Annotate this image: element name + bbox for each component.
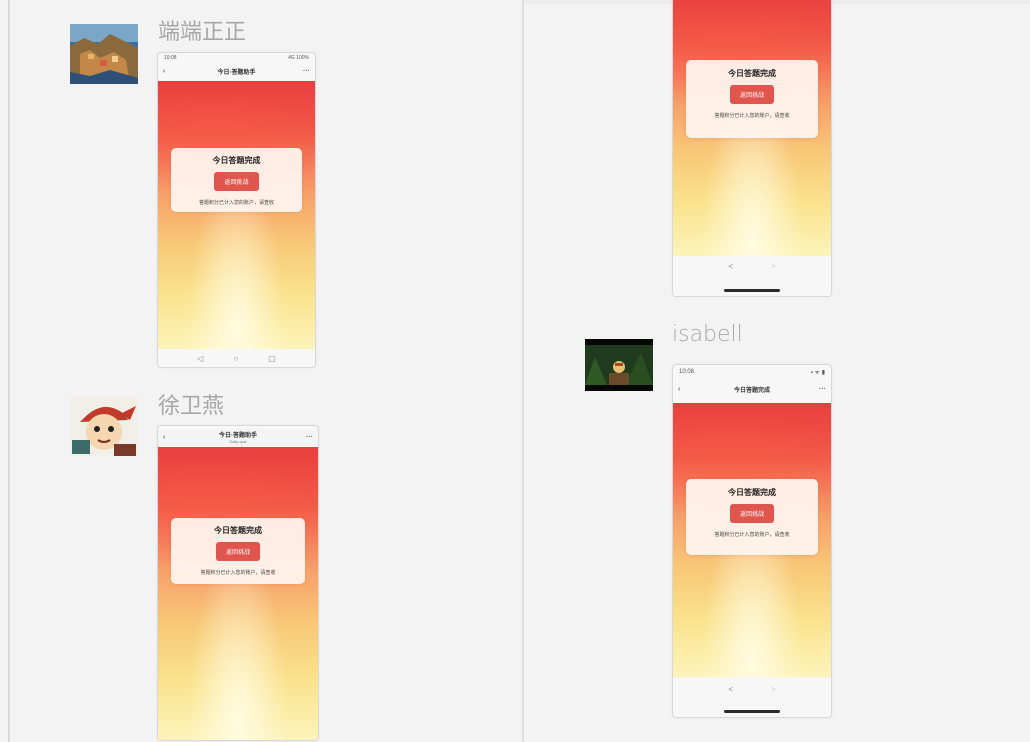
chevron-right-icon[interactable]: > — [771, 685, 776, 694]
chevron-left-icon[interactable]: < — [728, 262, 733, 271]
shared-screenshot[interactable]: 今日答题完成 返回挑战 答题积分已计入您的账户，请查收 < > — [672, 0, 832, 297]
recent-square-icon[interactable]: ▢ — [268, 354, 276, 363]
nav-bar: ‹ 今日·答题助手 Daily quiz ··· — [158, 429, 318, 445]
avatar[interactable] — [70, 24, 138, 84]
back-icon[interactable]: ‹ — [163, 434, 165, 441]
card-title: 今日答题完成 — [728, 488, 776, 497]
return-button[interactable]: 返回挑战 — [215, 542, 260, 561]
avatar[interactable] — [70, 396, 138, 456]
hero-background — [158, 81, 315, 349]
avatar[interactable] — [585, 339, 653, 391]
nav-bar: ‹ 今日答题完成 ··· — [673, 381, 831, 397]
column-divider — [522, 0, 524, 742]
more-icon[interactable]: ··· — [819, 386, 826, 393]
back-triangle-icon[interactable]: ◁ — [197, 354, 203, 363]
result-card: 今日答题完成 返回挑战 答题积分已计入您的账户，请查收 — [171, 148, 302, 212]
result-card: 今日答题完成 返回挑战 答题积分已计入您的账户，请查收 — [686, 479, 818, 555]
card-description: 答题积分已计入您的账户，请查收 — [714, 113, 790, 119]
home-circle-icon[interactable]: ○ — [233, 354, 238, 363]
username: 端端正正 — [158, 20, 247, 45]
home-indicator — [724, 710, 780, 713]
android-nav-bar: ◁ ○ ▢ — [158, 349, 315, 367]
card-title: 今日答题完成 — [212, 156, 261, 165]
card-description: 答题积分已计入您的账户，请查收 — [714, 532, 790, 538]
card-description: 答题积分已计入您的账户，请查收 — [200, 570, 276, 576]
card-title: 今日答题完成 — [214, 526, 262, 535]
cartoon-character-icon — [70, 396, 138, 456]
return-button[interactable]: 返回挑战 — [729, 85, 774, 104]
chevron-left-icon[interactable]: < — [728, 685, 733, 694]
nav-subtitle: Daily quiz — [229, 439, 247, 444]
return-button[interactable]: 返回挑战 — [729, 504, 774, 523]
nav-title: 今日·答题助手 — [219, 432, 257, 439]
username: isabell — [672, 322, 743, 347]
return-button[interactable]: 返回挑战 — [214, 172, 259, 191]
status-time: 10:08 — [164, 55, 177, 61]
left-divider — [8, 0, 10, 742]
card-description: 答题积分已计入您的账户，请查收 — [198, 200, 274, 206]
status-indicators: 4G 100% — [288, 55, 309, 61]
shared-screenshot[interactable]: 10:08 4G 100% ‹ 今日·答题助手 ··· 今日答题完成 返回挑战 … — [157, 52, 316, 368]
status-indicators: ▪ ᯤ ▮ — [810, 370, 825, 376]
status-bar: 10:08 4G 100% — [158, 53, 315, 63]
status-bar: 10:08 ▪ ᯤ ▮ — [673, 365, 831, 379]
more-icon[interactable]: ··· — [303, 68, 310, 75]
nav-title: 今日·答题助手 — [217, 69, 256, 76]
status-time: 10:08 — [679, 369, 695, 375]
nav-title: 今日答题完成 — [733, 387, 770, 394]
more-icon[interactable]: ··· — [306, 434, 313, 441]
home-indicator — [724, 289, 780, 292]
result-card: 今日答题完成 返回挑战 答题积分已计入您的账户，请查收 — [171, 518, 305, 584]
username: 徐卫燕 — [158, 394, 225, 419]
shared-screenshot[interactable]: 10:08 ▪ ᯤ ▮ ‹ 今日答题完成 ··· 今日答题完成 返回挑战 答题积… — [672, 364, 832, 718]
chevron-right-icon[interactable]: > — [771, 262, 776, 271]
result-card: 今日答题完成 返回挑战 答题积分已计入您的账户，请查收 — [686, 60, 818, 138]
hero-background — [158, 447, 318, 740]
card-title: 今日答题完成 — [728, 69, 776, 78]
back-icon[interactable]: ‹ — [163, 68, 165, 75]
landscape-photo-icon — [70, 24, 138, 84]
shared-screenshot[interactable]: ‹ 今日·答题助手 Daily quiz ··· 今日答题完成 返回挑战 答题积… — [157, 425, 319, 741]
game-scene-icon — [585, 339, 653, 391]
nav-bar: ‹ 今日·答题助手 ··· — [158, 63, 315, 79]
back-icon[interactable]: ‹ — [678, 386, 680, 393]
